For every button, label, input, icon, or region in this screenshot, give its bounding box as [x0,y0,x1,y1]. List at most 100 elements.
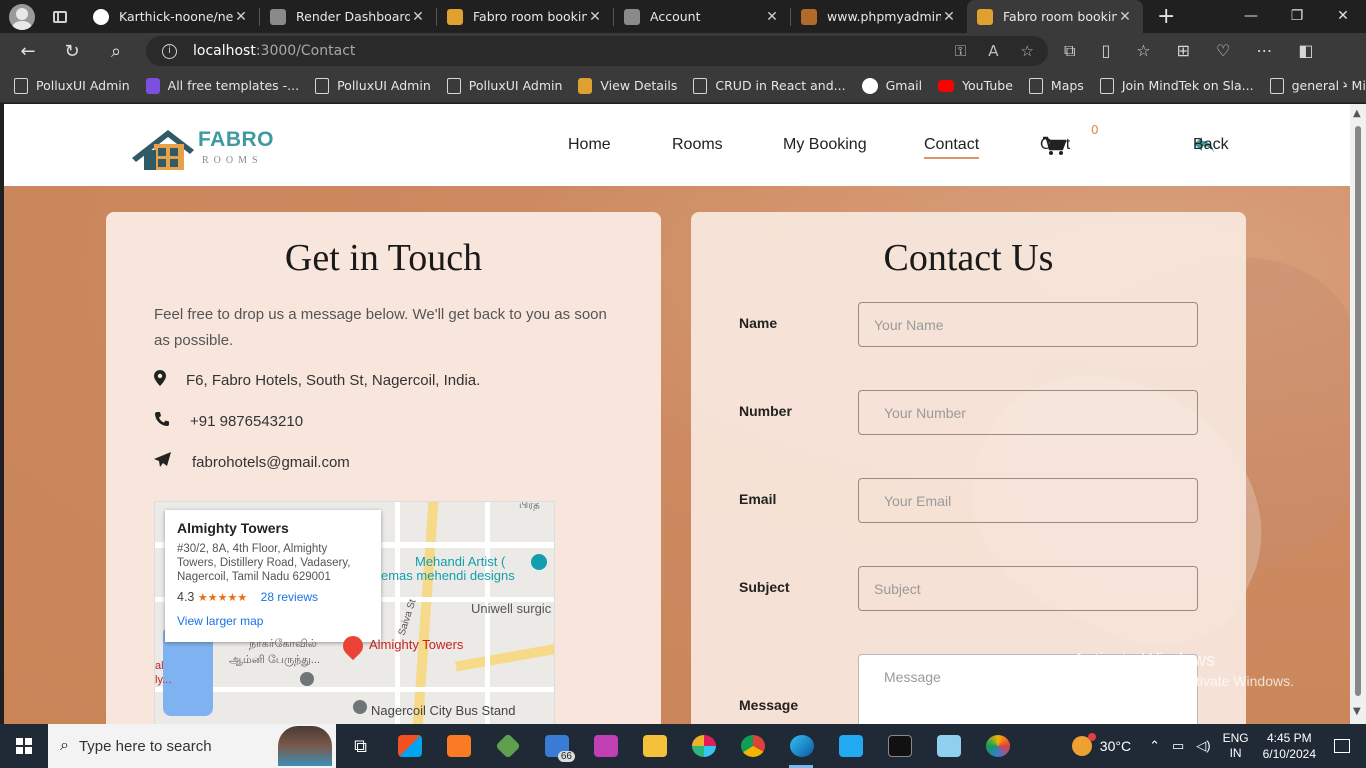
scroll-down-icon[interactable]: ▼ [1353,706,1361,717]
bookmark-item[interactable]: Gmail [861,77,922,94]
number-input[interactable] [858,390,1198,435]
scroll-up-icon[interactable]: ▲ [1353,108,1361,119]
nav-my-booking-link[interactable]: My Booking [783,136,867,154]
slack-icon[interactable] [679,724,728,768]
key-icon[interactable]: ⚿ [955,42,966,60]
extensions-icon[interactable]: ⧉ [1064,41,1075,61]
url-field[interactable]: i localhost:3000/Contact ⚿ A ☆ [146,36,1048,66]
bus-stand-poi-icon[interactable] [353,700,367,714]
collections-icon[interactable]: ⊞ [1177,41,1190,61]
notepad-icon[interactable] [924,724,973,768]
bookmark-item[interactable]: All free templates -... [145,77,299,94]
nav-cart-link[interactable]: Cart [1040,136,1070,159]
bookmark-item[interactable]: Maps [1028,77,1084,94]
volume-icon[interactable]: ◁) [1196,738,1210,754]
close-icon[interactable]: ✕ [587,9,603,25]
nav-rooms-link[interactable]: Rooms [672,136,723,154]
bookmark-item[interactable]: PolluxUI Admin [315,77,431,94]
site-info-icon[interactable]: i [162,43,177,59]
edge-icon[interactable] [777,724,826,768]
favorite-star-icon[interactable]: ☆ [1021,42,1034,60]
get-in-touch-title: Get in Touch [284,237,483,279]
weather-widget[interactable]: 30°C [1071,733,1131,756]
performance-icon[interactable]: ♡ [1216,41,1230,61]
clock[interactable]: 4:45 PM 6/10/2024 [1263,730,1316,762]
language-indicator[interactable]: ENG IN [1223,731,1249,761]
email-input[interactable] [858,478,1198,523]
minimize-icon[interactable]: — [1228,0,1274,33]
nav-home-link[interactable]: Home [568,136,611,154]
vscode-icon[interactable] [826,724,875,768]
bookmark-item[interactable]: PolluxUI Admin [14,77,130,94]
show-hidden-icons-icon[interactable]: ⌃ [1149,738,1160,754]
tab-render-dashboard[interactable]: Render Dashboard ✕ [260,0,436,33]
close-icon[interactable]: ✕ [941,9,957,25]
mehandi-poi-icon[interactable] [531,554,547,570]
view-larger-map-link[interactable]: View larger map [177,614,369,628]
network-icon[interactable]: ▭ [1172,738,1184,754]
refresh-icon[interactable]: ↻ [56,41,88,62]
nav-contact-link[interactable]: Contact [924,136,980,159]
chrome-icon[interactable] [728,724,777,768]
nodejs-icon[interactable] [483,724,532,768]
start-button[interactable] [0,724,48,768]
back-arrow-icon[interactable]: ← [12,41,44,62]
notifications-icon[interactable] [1334,739,1350,753]
close-icon[interactable]: ✕ [410,9,426,25]
tab-actions-icon[interactable] [53,10,67,23]
split-screen-icon[interactable]: ▯ [1101,41,1110,61]
lang-region: IN [1229,746,1242,760]
scroll-thumb[interactable] [1355,126,1361,696]
page-scrollbar[interactable]: ▲ ▼ [1350,104,1366,724]
more-menu-icon[interactable]: ⋯ [1256,41,1272,61]
rating-value: 4.3 [177,590,195,604]
tab-phpmyadmin[interactable]: www.phpmyadmin.co ✕ [791,0,967,33]
app-icon[interactable] [581,724,630,768]
tab-account[interactable]: Account ✕ [614,0,790,33]
read-aloud-icon[interactable]: A [988,42,998,60]
place-address: #30/2, 8A, 4th Floor, Almighty Towers, D… [177,543,351,583]
tab-fabro-booking[interactable]: Fabro room booking ✕ [437,0,613,33]
bookmark-item[interactable]: CRUD in React and... [693,77,846,94]
new-tab-icon[interactable]: + [1157,4,1175,29]
embedded-map[interactable]: Almighty Towers #30/2, 8A, 4th Floor, Al… [154,501,555,724]
bookmark-item[interactable]: PolluxUI Admin [446,77,562,94]
microsoft-store-icon[interactable] [385,724,434,768]
bookmark-item[interactable]: View Details [578,77,677,94]
reviews-link[interactable]: 28 reviews [261,590,318,604]
bookmark-item[interactable]: YouTube [938,78,1013,93]
search-icon[interactable]: ⌕ [100,41,132,62]
close-icon[interactable]: ✕ [1117,9,1133,25]
tab-bar: Karthick-noone/new ✕ Render Dashboard ✕ … [0,0,1366,33]
profile-avatar-icon[interactable] [9,3,35,30]
email-text: fabrohotels@gmail.com [192,454,350,471]
tab-title: Account [650,9,701,24]
mail-icon[interactable]: 66 [532,724,581,768]
tab-github[interactable]: Karthick-noone/new ✕ [83,0,259,33]
close-window-icon[interactable]: ✕ [1320,0,1366,33]
close-icon[interactable]: ✕ [233,9,249,25]
bookmark-item[interactable]: general - MindTek -... [1269,77,1366,94]
file-explorer-icon[interactable] [630,724,679,768]
task-view-icon[interactable]: ⧉ [336,724,385,768]
restore-icon[interactable]: ❐ [1274,0,1320,33]
terminal-icon[interactable] [875,724,924,768]
map-poi-icon[interactable] [300,672,314,686]
address-bar: ← ↻ ⌕ i localhost:3000/Contact ⚿ A ☆ ⧉ ▯… [0,33,1366,69]
paint-icon[interactable] [973,724,1022,768]
bookmarks-more-icon[interactable]: › [1342,77,1348,93]
tab-fabro-booking-active[interactable]: Fabro room booking ✕ [967,0,1143,33]
name-input[interactable] [858,302,1198,347]
nav-back-link[interactable]: Back [1193,136,1229,157]
get-in-touch-card: Get in Touch Feel free to drop us a mess… [106,212,661,724]
taskbar-search[interactable]: ⌕ Type here to search [48,724,336,768]
xampp-icon[interactable] [434,724,483,768]
subject-input[interactable] [858,566,1198,611]
sidebar-icon[interactable]: ◧ [1298,41,1313,61]
bookmark-item[interactable]: Join MindTek on Sla... [1099,77,1254,94]
email-label: Email [739,491,777,507]
tab-title: Fabro room booking [1003,9,1117,24]
bookmarks-bar: PolluxUI Admin All free templates -... P… [0,69,1366,103]
favorites-icon[interactable]: ☆ [1136,41,1150,61]
close-icon[interactable]: ✕ [764,9,780,25]
